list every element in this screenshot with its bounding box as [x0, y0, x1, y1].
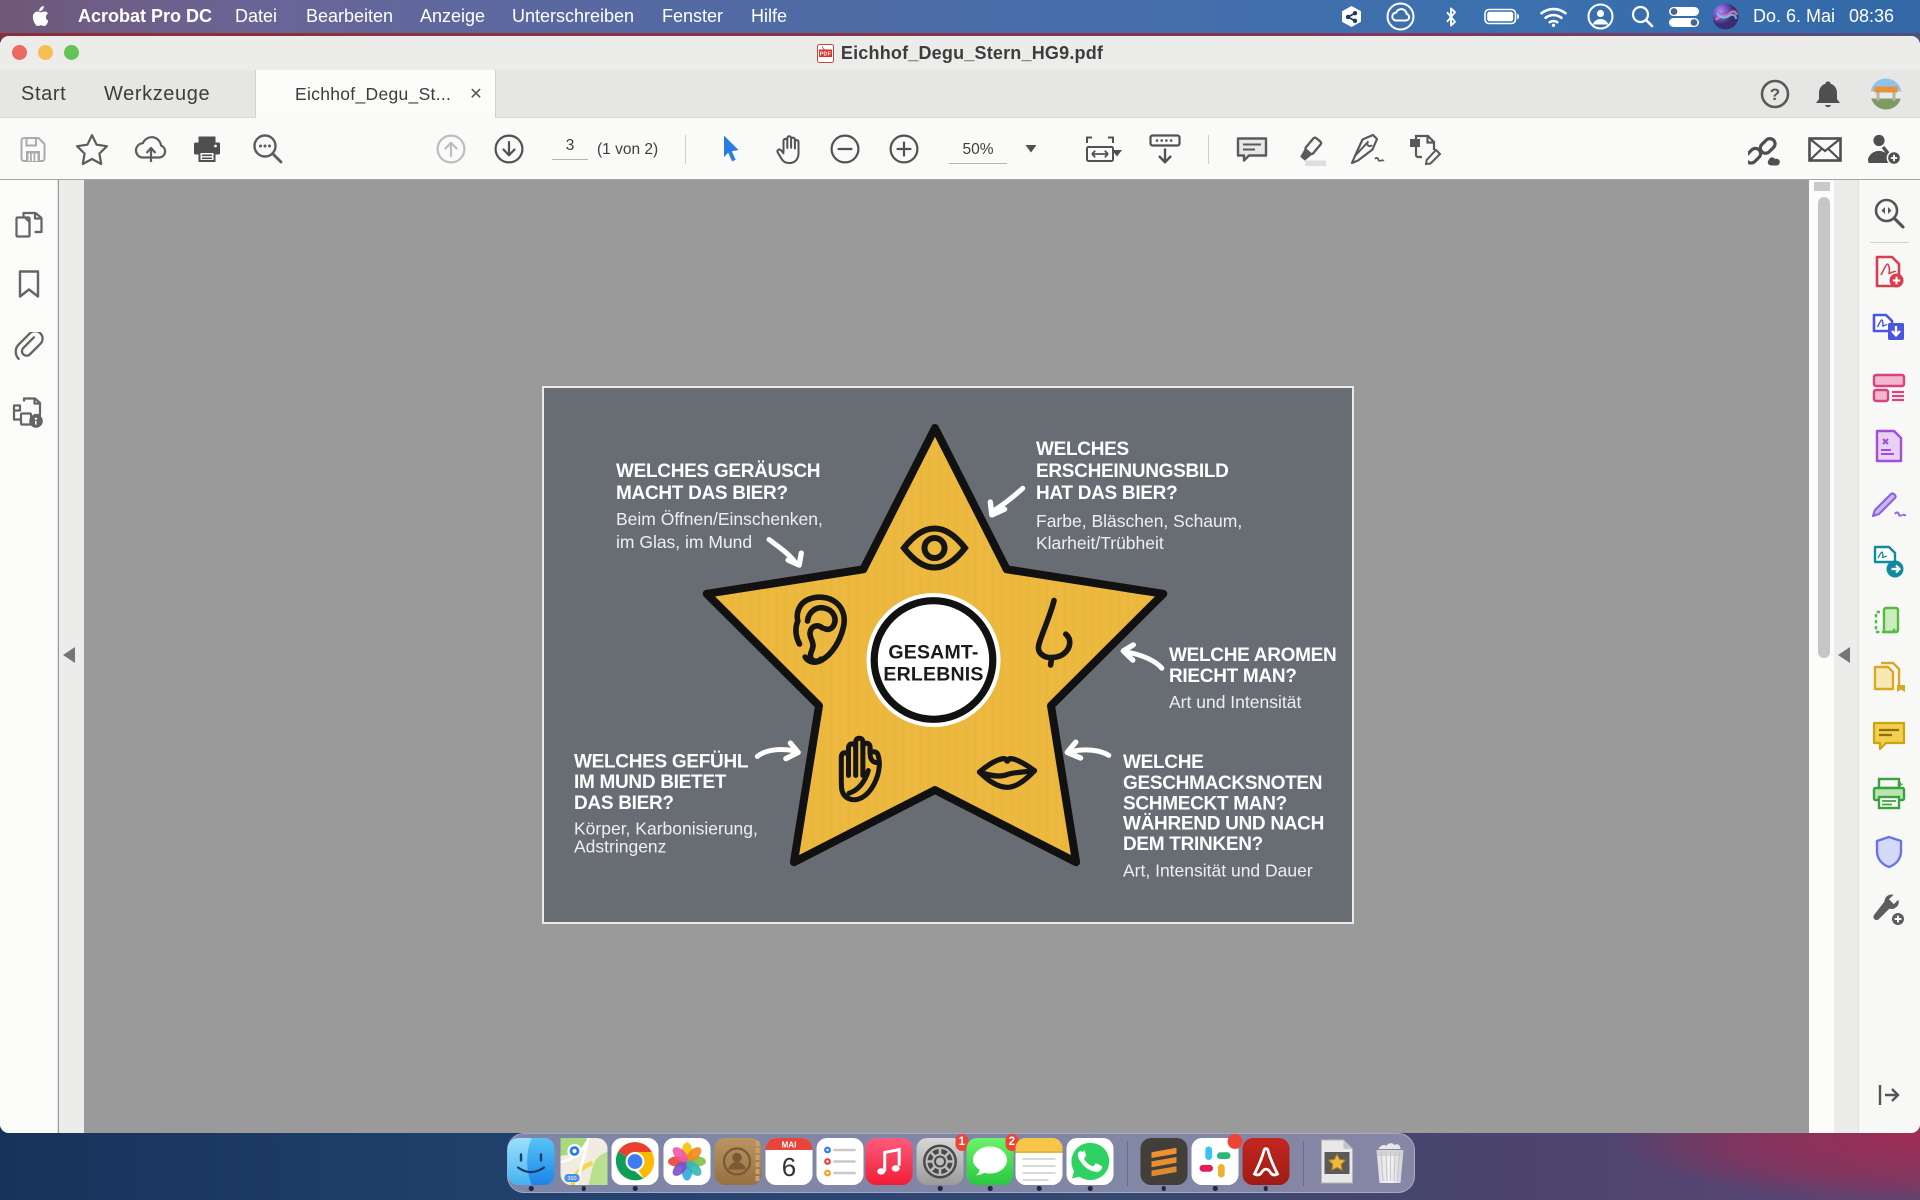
svg-text:Klarheit/Trübheit: Klarheit/Trübheit — [1036, 533, 1164, 553]
svg-text:Art, Intensität und Dauer: Art, Intensität und Dauer — [1123, 861, 1313, 881]
svg-text:GESCHMACKSNOTEN: GESCHMACKSNOTEN — [1123, 773, 1322, 794]
svg-text:RIECHT MAN?: RIECHT MAN? — [1169, 666, 1297, 687]
svg-text:DEM TRINKEN?: DEM TRINKEN? — [1123, 834, 1263, 855]
svg-text:ERLEBNIS: ERLEBNIS — [883, 664, 983, 686]
svg-text:Beim Öffnen/Einschenken,: Beim Öffnen/Einschenken, — [616, 509, 823, 529]
svg-text:?: ? — [1770, 85, 1780, 104]
svg-text:WELCHES: WELCHES — [1036, 439, 1129, 460]
svg-text:IM MUND BIETET: IM MUND BIETET — [574, 772, 727, 793]
svg-text:PDF: PDF — [820, 51, 832, 57]
svg-text:WELCHE: WELCHE — [1123, 752, 1204, 773]
svg-text:MACHT DAS BIER?: MACHT DAS BIER? — [616, 483, 788, 504]
svg-text:WELCHE AROMEN: WELCHE AROMEN — [1169, 645, 1336, 666]
svg-text:Adstringenz: Adstringenz — [574, 837, 666, 857]
svg-text:6: 6 — [782, 1152, 796, 1182]
svg-text:HAT DAS BIER?: HAT DAS BIER? — [1036, 483, 1177, 504]
svg-text:360: 360 — [567, 1176, 576, 1182]
svg-text:MAI: MAI — [782, 1141, 797, 1150]
svg-text:WÄHREND UND NACH: WÄHREND UND NACH — [1123, 814, 1324, 835]
svg-text:Körper, Karbonisierung,: Körper, Karbonisierung, — [574, 818, 758, 838]
svg-text:DAS BIER?: DAS BIER? — [574, 793, 674, 814]
svg-text:WELCHES GERÄUSCH: WELCHES GERÄUSCH — [616, 461, 820, 482]
svg-text:Farbe, Bläschen, Schaum,: Farbe, Bläschen, Schaum, — [1036, 511, 1242, 531]
svg-text:im Glas, im Mund: im Glas, im Mund — [616, 532, 752, 552]
svg-text:WELCHES GEFÜHL: WELCHES GEFÜHL — [574, 752, 749, 773]
svg-text:ERSCHEINUNGSBILD: ERSCHEINUNGSBILD — [1036, 461, 1229, 482]
svg-text:Art und Intensität: Art und Intensität — [1169, 692, 1301, 712]
svg-text:SCHMECKT MAN?: SCHMECKT MAN? — [1123, 794, 1287, 815]
svg-text:GESAMT-: GESAMT- — [888, 642, 978, 664]
